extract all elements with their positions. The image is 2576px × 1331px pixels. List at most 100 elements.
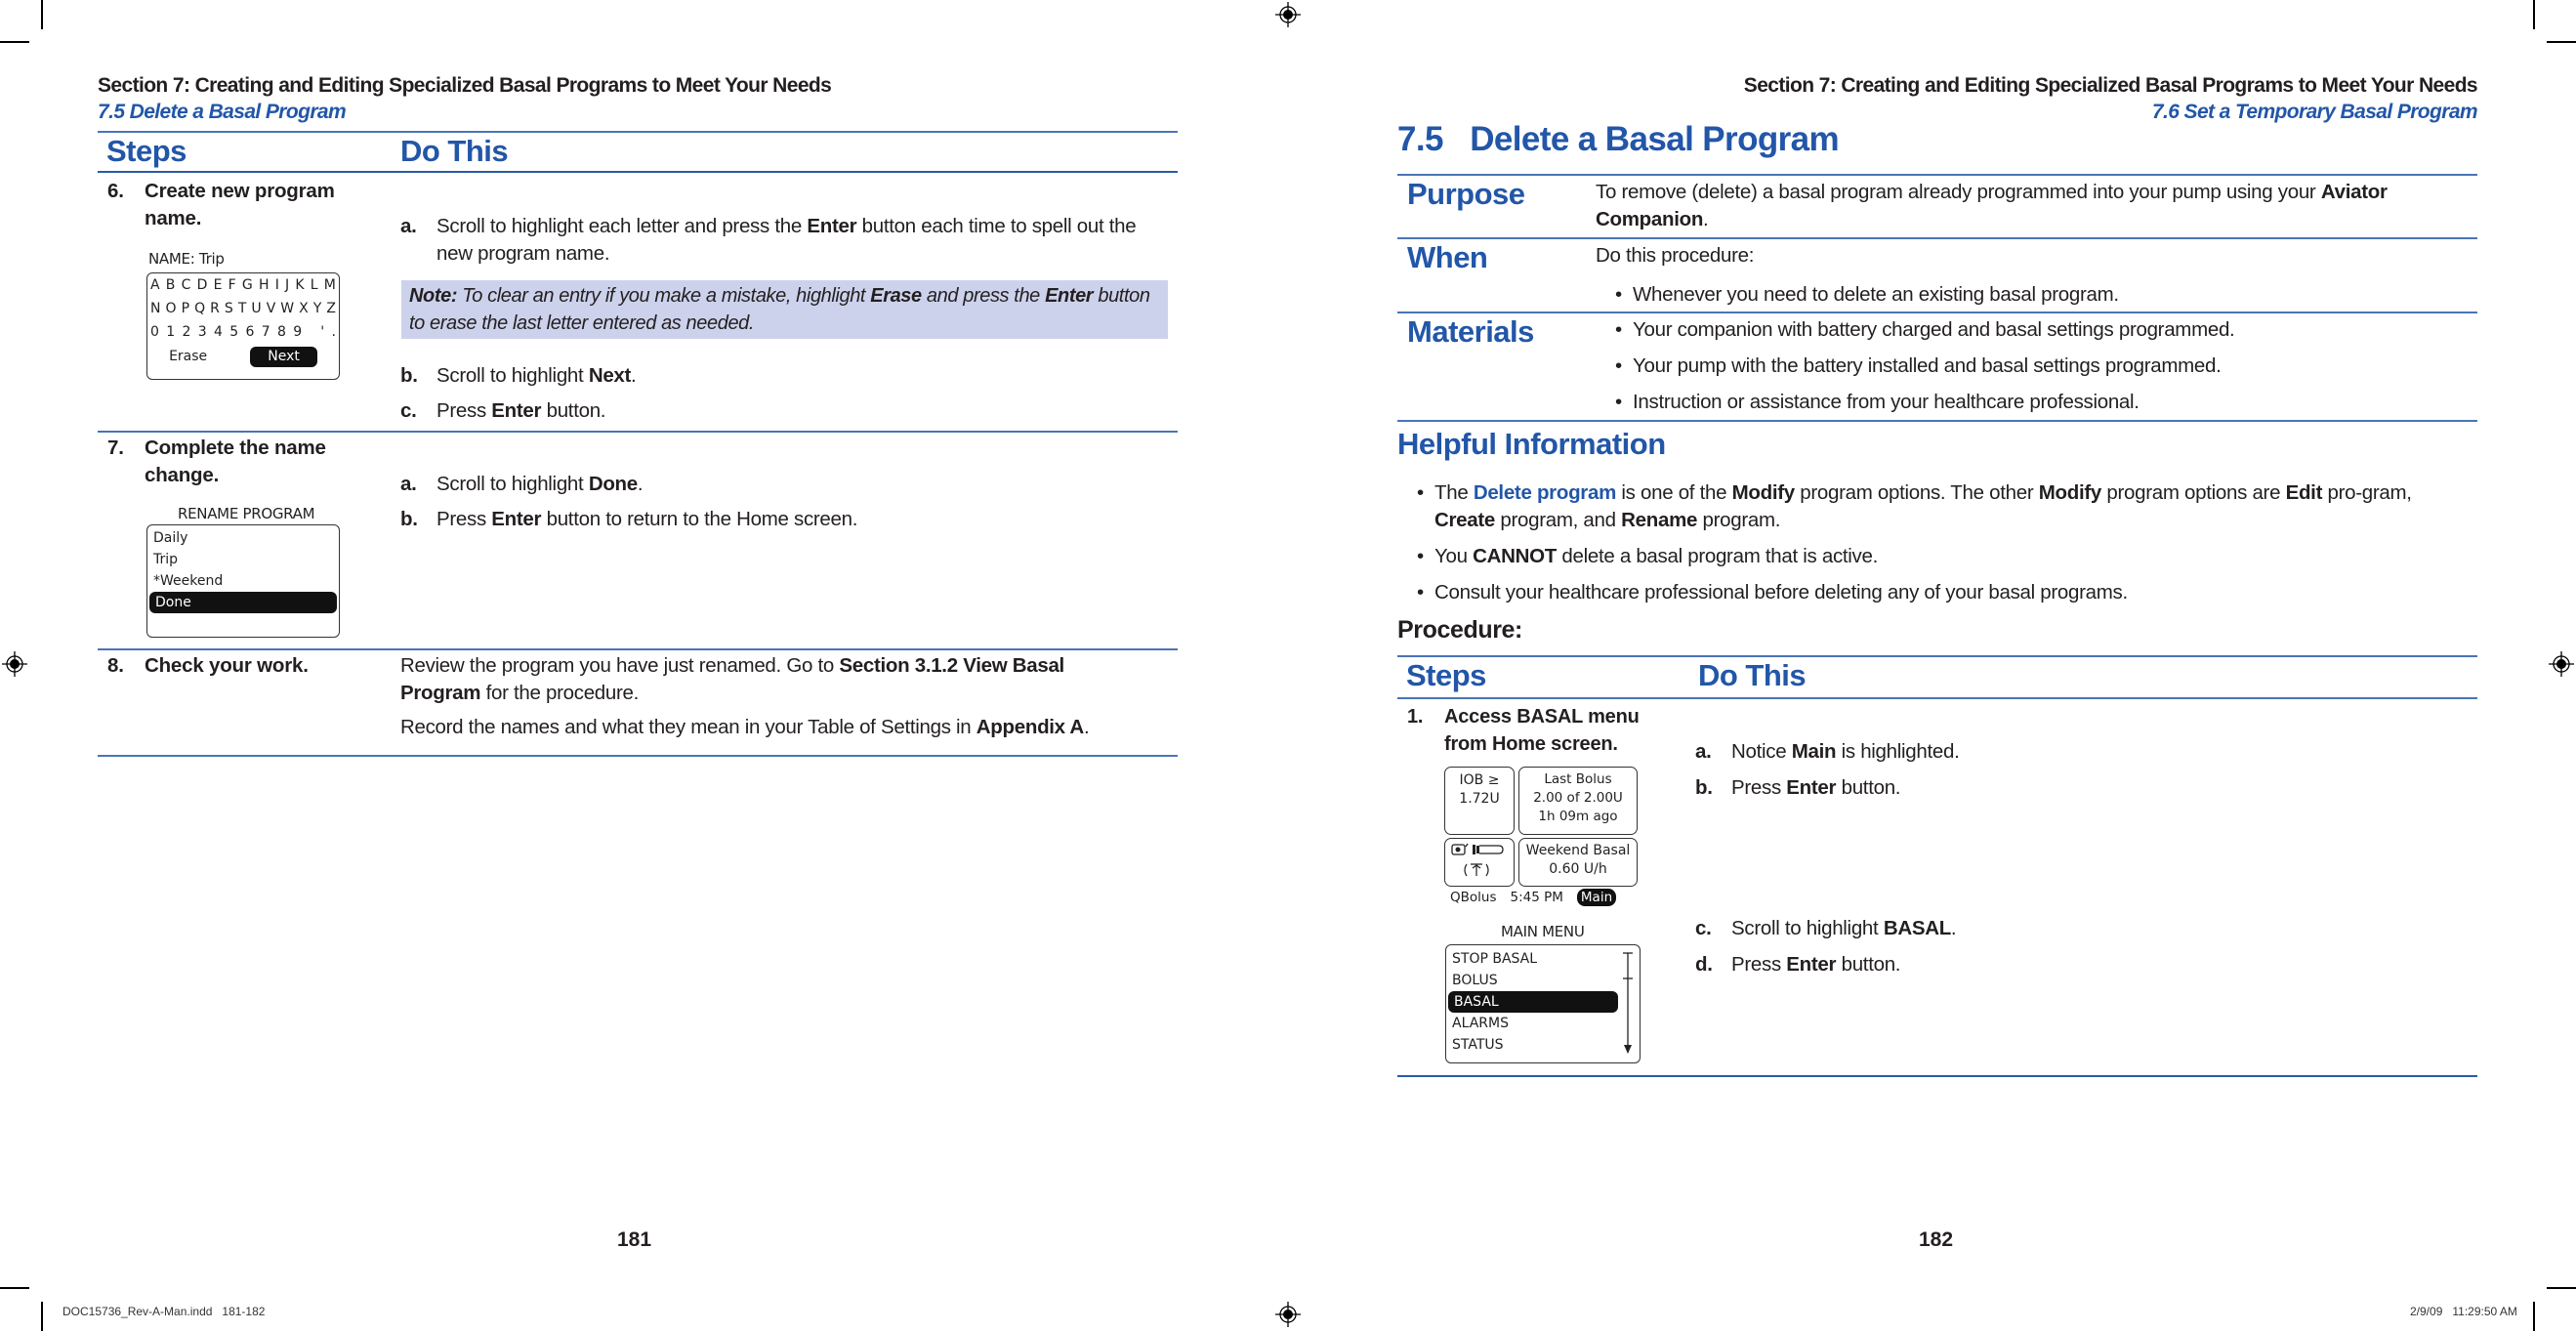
section-title: 7.5 Delete a Basal Program: [1397, 120, 1840, 158]
keyboard-key: X: [299, 301, 309, 316]
crop-mark: [41, 0, 43, 29]
keyboard-key: 0: [150, 324, 159, 340]
steps-header: Steps: [106, 134, 187, 168]
keyboard-key: S: [224, 301, 233, 316]
menu-item: STATUS: [1452, 1037, 1504, 1053]
keyboard-row: 0123456789 '.: [147, 320, 339, 344]
keyboard-key: U: [251, 301, 262, 316]
action-item: c. Press Enter button.: [400, 399, 606, 422]
qbolus-softkey: QBolus: [1450, 890, 1497, 905]
running-subheader: 7.6 Set a Temporary Basal Program: [2151, 101, 2478, 123]
list-item: You CANNOT delete a basal program that i…: [1415, 543, 2470, 570]
helpful-info-heading: Helpful Information: [1397, 427, 1666, 461]
divider: [98, 131, 1178, 133]
signal-icon: [1464, 863, 1489, 877]
list-item: Your pump with the battery installed and…: [1613, 353, 2453, 380]
basal-panel: Weekend Basal 0.60 U/h: [1518, 838, 1638, 887]
keyboard-key: H: [258, 277, 270, 293]
action-item: d. Press Enter button.: [1695, 953, 1901, 976]
keyboard-key: 7: [261, 324, 270, 340]
divider: [98, 171, 1178, 173]
battery-icon: [1473, 845, 1504, 854]
running-header: Section 7: Creating and Editing Speciali…: [1743, 74, 2478, 97]
keyboard-key: Y: [312, 301, 322, 316]
home-screen: IOB ≥ 1.72U Last Bolus 2.00 of 2.00U 1h …: [1444, 767, 1645, 906]
delete-program-link: Delete program: [1473, 481, 1617, 504]
name-entry-screen: ABCDEFGHIJKLMNOPQRSTUVWXYZ0123456789 '. …: [146, 272, 340, 380]
keyboard-key: A: [150, 277, 160, 293]
materials-list: Your companion with battery charged and …: [1613, 316, 2453, 425]
keyboard-key: W: [280, 301, 295, 316]
keyboard-key: I: [274, 277, 279, 293]
keyboard-row: NOPQRSTUVWXYZ: [147, 297, 339, 320]
action-item: b. Press Enter button to return to the H…: [400, 508, 858, 530]
action-item: a. Scroll to highlight each letter and p…: [400, 215, 1137, 265]
home-softkeys: QBolus 5:45 PM Main: [1450, 889, 1645, 906]
divider: [1397, 697, 2477, 699]
menu-item: STOP BASAL: [1452, 951, 1538, 967]
divider: [98, 648, 1178, 650]
crop-mark: [2547, 1287, 2576, 1289]
rename-program-screen: Daily Trip *Weekend Done: [146, 524, 340, 638]
menu-item-selected: BASAL: [1448, 991, 1618, 1013]
keyboard-key: F: [228, 277, 236, 293]
menu-item: Daily: [153, 530, 188, 546]
crop-mark: [41, 1302, 43, 1331]
program-list: Daily Trip *Weekend Done: [147, 527, 339, 613]
registration-mark-icon: [1275, 1302, 1301, 1327]
pump-status-icons: [1451, 843, 1504, 877]
keyboard-key: R: [210, 301, 220, 316]
crop-mark: [2547, 41, 2576, 43]
list-item: Your companion with battery charged and …: [1613, 316, 2453, 344]
page-number: 182: [1919, 1228, 1954, 1251]
crop-mark: [0, 1287, 29, 1289]
step-paragraph: Record the names and what they mean in y…: [400, 716, 1090, 738]
companion-link-icon: [1451, 843, 1469, 855]
list-item: The Delete program is one of the Modify …: [1415, 479, 2470, 534]
menu-item: *Weekend: [153, 573, 224, 589]
materials-label: Materials: [1407, 314, 1534, 349]
purpose-label: Purpose: [1407, 177, 1525, 211]
keyboard-key: E: [213, 277, 223, 293]
note-box: Note: To clear an entry if you make a mi…: [401, 280, 1168, 339]
main-softkey-selected: Main: [1576, 889, 1617, 906]
crop-mark: [0, 41, 29, 43]
status-icons-panel: [1444, 838, 1515, 887]
keyboard-key: C: [181, 277, 191, 293]
keyboard-key: 8: [277, 324, 286, 340]
keyboard-key: T: [237, 301, 247, 316]
step-title: 6. Create new program name.: [107, 180, 335, 229]
action-item: a. Scroll to highlight Done.: [400, 473, 644, 495]
menu-item: ALARMS: [1452, 1016, 1509, 1031]
divider: [1397, 1075, 2477, 1077]
divider: [1397, 312, 2477, 313]
keyboard-key: P: [181, 301, 190, 316]
registration-mark-icon: [2, 651, 27, 677]
keyboard-row: ABCDEFGHIJKLM: [147, 273, 339, 297]
running-header: Section 7: Creating and Editing Speciali…: [98, 74, 832, 97]
clock: 5:45 PM: [1510, 890, 1563, 905]
divider: [1397, 237, 2477, 239]
slug-filename: DOC15736_Rev-A-Man.indd 181-182: [62, 1305, 266, 1318]
crop-mark: [2533, 1302, 2535, 1331]
menu-list: STOP BASAL BOLUS BASAL ALARMS STATUS: [1446, 948, 1620, 1056]
keyboard-key: Z: [326, 301, 336, 316]
keyboard-key: 5: [229, 324, 239, 340]
keyboard-key: O: [165, 301, 177, 316]
divider: [1397, 174, 2477, 176]
action-item: b. Press Enter button.: [1695, 776, 1901, 799]
menu-item-selected: Done: [149, 592, 337, 613]
scrollbar-icon: [1623, 952, 1633, 1054]
last-bolus-panel: Last Bolus 2.00 of 2.00U 1h 09m ago: [1518, 767, 1638, 835]
menu-item: Trip: [153, 552, 179, 567]
keyboard-key: G: [241, 277, 253, 293]
purpose-text: To remove (delete) a basal program alrea…: [1596, 181, 2388, 230]
running-subheader: 7.5 Delete a Basal Program: [98, 101, 347, 123]
erase-option: Erase: [169, 349, 208, 364]
iob-panel: IOB ≥ 1.72U: [1444, 767, 1515, 835]
step-title: 1. Access BASAL menu from Home screen.: [1407, 706, 1640, 755]
next-option-selected: Next: [250, 346, 317, 367]
screen-caption: RENAME PROGRAM: [178, 505, 315, 522]
step-title: 7. Complete the name change.: [107, 437, 326, 486]
main-menu-screen: STOP BASAL BOLUS BASAL ALARMS STATUS: [1445, 944, 1641, 1063]
